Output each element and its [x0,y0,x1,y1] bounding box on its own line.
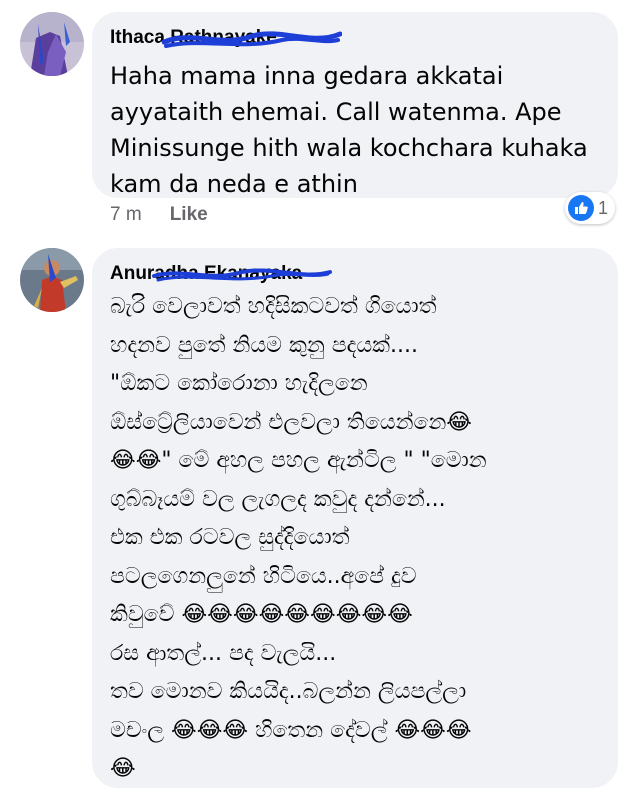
reaction-count: 1 [598,197,609,218]
comment-bubble: Anuradha Ekanayaka බැරි වෙලාවත් හදිසිකටව… [92,248,618,788]
comment-author-name[interactable]: Anuradha Ekanayaka [110,263,302,285]
comment-actions: 7 m Like [110,204,208,226]
commenter-avatar[interactable] [20,248,84,312]
commenter-avatar[interactable] [20,12,84,76]
comment-text: Haha mama inna gedara akkatai ayyataith … [110,62,588,198]
thumbs-up-icon [568,195,594,221]
like-button[interactable]: Like [170,204,208,225]
comment-author-name[interactable]: Ithaca Rathnayake [110,27,277,49]
comment-timestamp[interactable]: 7 m [110,204,142,225]
reaction-summary[interactable]: 1 [565,192,616,224]
comment-bubble: Ithaca Rathnayake Haha mama inna gedara … [92,12,618,198]
comment-text: බැරි වෙලාවත් හදිසිකටවත් ගියොත් හදනව පුතේ… [110,294,487,781]
